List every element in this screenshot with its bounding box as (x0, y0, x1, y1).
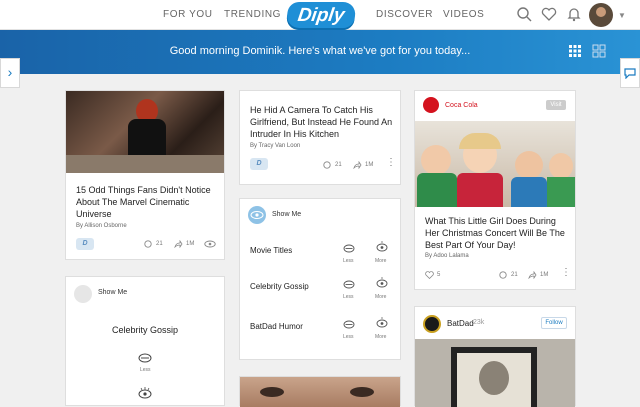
less-icon[interactable] (343, 244, 355, 253)
show-me-card-left: Show Me Celebrity Gossip Less (65, 276, 225, 406)
topic-label: Celebrity Gossip (111, 325, 179, 335)
chevron-right-icon: › (7, 64, 13, 80)
article-card-marvel[interactable]: 15 Odd Things Fans Didn't Notice About T… (65, 90, 225, 260)
comment-count: 21 (156, 241, 163, 247)
share-count: 1M (365, 162, 374, 168)
article-image (66, 91, 224, 173)
less-label: Less (343, 334, 354, 340)
less-label: Less (140, 367, 151, 373)
heart-icon[interactable] (541, 6, 557, 22)
article-title[interactable]: He Hid A Camera To Catch His Girlfriend,… (250, 104, 394, 140)
share-count: 1M (186, 241, 195, 247)
more-icon[interactable] (376, 317, 388, 328)
article-image (415, 121, 575, 207)
comment-count: 21 (511, 272, 518, 278)
avatar[interactable] (589, 3, 613, 27)
more-options-icon[interactable]: ⋮ (561, 267, 571, 278)
share-icon[interactable] (528, 271, 537, 279)
comment-icon[interactable] (144, 240, 152, 248)
greeting-text: Good morning Dominik. Here's what we've … (169, 45, 471, 57)
article-card-partial[interactable] (239, 376, 401, 407)
heart-icon[interactable] (425, 271, 434, 279)
nav-discover[interactable]: DISCOVER (376, 9, 433, 20)
topic-movie-titles: Movie Titles (250, 246, 293, 255)
top-nav: FOR YOU TRENDING Diply DISCOVER VIDEOS ▼ (0, 0, 640, 30)
coca-cola-logo (423, 97, 439, 113)
list-view-icon[interactable] (592, 44, 606, 58)
less-label: Less (343, 294, 354, 300)
diply-logo[interactable]: Diply (285, 2, 357, 30)
creator-name[interactable]: BatDad (447, 319, 474, 328)
comment-icon[interactable] (499, 271, 507, 279)
search-icon[interactable] (516, 6, 532, 22)
less-label: Less (343, 258, 354, 264)
show-me-card: Show Me Movie Titles Less More Celebrity… (239, 198, 401, 360)
diply-badge-icon: D (250, 158, 268, 170)
comment-count: 21 (335, 162, 342, 168)
creator-image (415, 339, 575, 407)
nav-trending[interactable]: TRENDING (224, 9, 281, 20)
sponsored-card-cocacola[interactable]: Coca Cola Visit What This Little Girl Do… (414, 90, 576, 290)
article-title[interactable]: 15 Odd Things Fans Didn't Notice About T… (76, 184, 216, 220)
less-icon[interactable] (343, 280, 355, 289)
less-icon[interactable] (343, 320, 355, 329)
nav-videos[interactable]: VIDEOS (443, 9, 484, 20)
more-label: More (375, 294, 387, 300)
share-icon[interactable] (353, 161, 362, 169)
more-label: More (375, 334, 387, 340)
follower-count: 23k (473, 319, 485, 326)
more-icon[interactable] (376, 241, 388, 252)
visit-button[interactable]: Visit (546, 100, 566, 110)
article-author[interactable]: By Allison Osborne (76, 223, 127, 229)
topic-celebrity-gossip: Celebrity Gossip (250, 282, 309, 291)
more-options-icon[interactable]: ⋮ (386, 157, 396, 168)
article-card-camera[interactable]: He Hid A Camera To Catch His Girlfriend,… (239, 90, 401, 185)
greeting-banner: Good morning Dominik. Here's what we've … (0, 30, 640, 74)
show-me-icon (74, 285, 92, 303)
chat-icon (624, 68, 636, 80)
article-title[interactable]: What This Little Girl Does During Her Ch… (425, 215, 569, 251)
article-image (240, 377, 400, 407)
article-author[interactable]: By Adoo Lalama (425, 253, 469, 259)
bell-icon[interactable] (566, 6, 582, 22)
share-icon[interactable] (174, 240, 183, 248)
show-me-label: Show Me (98, 289, 128, 296)
comment-icon[interactable] (323, 161, 331, 169)
less-icon[interactable] (138, 353, 152, 363)
creator-card-batdad[interactable]: BatDad 23k Follow (414, 306, 576, 407)
follow-button[interactable]: Follow (541, 317, 567, 329)
more-label: More (375, 258, 387, 264)
chat-button[interactable] (620, 58, 640, 88)
grid-view-icon[interactable] (568, 44, 582, 58)
batdad-avatar[interactable] (423, 315, 441, 333)
chevron-down-icon[interactable]: ▼ (618, 11, 626, 20)
brand-name[interactable]: Coca Cola (445, 102, 478, 109)
sidebar-expand-button[interactable]: › (0, 58, 20, 88)
diply-badge-icon: D (76, 238, 94, 250)
more-icon[interactable] (138, 387, 152, 399)
article-author[interactable]: By Tracy Van Loon (250, 143, 300, 149)
share-count: 1M (540, 272, 549, 278)
show-me-label: Show Me (272, 211, 302, 218)
nav-for-you[interactable]: FOR YOU (163, 9, 213, 20)
topic-batdad-humor: BatDad Humor (250, 322, 303, 331)
eye-icon[interactable] (204, 240, 216, 248)
more-icon[interactable] (376, 277, 388, 288)
like-count: 5 (437, 272, 441, 278)
show-me-icon (248, 206, 266, 224)
